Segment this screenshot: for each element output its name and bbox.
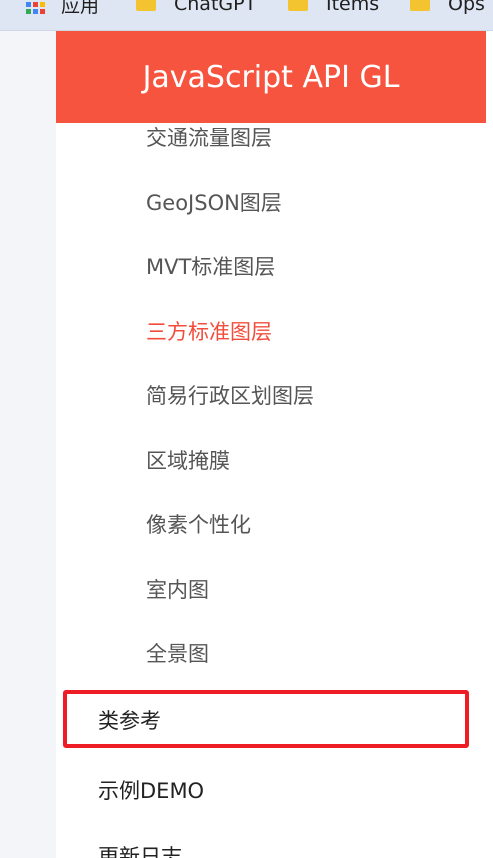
bookmark-label: ChatGPT (174, 0, 257, 15)
folder-icon (410, 0, 430, 11)
bookmark-label: Items (326, 0, 380, 15)
highlight-box (63, 690, 469, 748)
nav-item-indoor-map[interactable]: 室内图 (146, 576, 209, 604)
nav-item-pixel-style[interactable]: 像素个性化 (146, 511, 251, 539)
folder-icon (288, 0, 308, 11)
bookmark-label: Ops (448, 0, 485, 15)
folder-icon (136, 0, 156, 11)
bookmarks-bar: 应用 ChatGPT Items Ops (0, 0, 493, 31)
apps-grid-icon (26, 0, 45, 14)
bookmark-chatgpt[interactable]: ChatGPT (136, 0, 256, 18)
bookmark-apps-label: 应用 (61, 0, 100, 17)
nav-header[interactable]: JavaScript API GL (56, 31, 486, 123)
bookmark-apps[interactable]: 应用 (26, 0, 99, 18)
bookmark-items[interactable]: Items (288, 0, 379, 18)
nav-title: JavaScript API GL (142, 59, 400, 95)
nav-item-traffic-layer[interactable]: 交通流量图层 (146, 124, 272, 152)
nav-item-third-party-layer[interactable]: 三方标准图层 (146, 318, 272, 346)
nav-item-panorama[interactable]: 全景图 (146, 640, 209, 668)
nav-section-demo[interactable]: 示例DEMO (98, 777, 204, 805)
nav-item-area-mask[interactable]: 区域掩膜 (146, 447, 230, 475)
nav-item-mvt-layer[interactable]: MVT标准图层 (146, 253, 275, 281)
bookmark-ops[interactable]: Ops (410, 0, 485, 18)
nav-item-geojson-layer[interactable]: GeoJSON图层 (146, 189, 282, 217)
nav-item-district-layer[interactable]: 简易行政区划图层 (146, 382, 314, 410)
nav-section-changelog[interactable]: 更新日志 (98, 843, 182, 858)
